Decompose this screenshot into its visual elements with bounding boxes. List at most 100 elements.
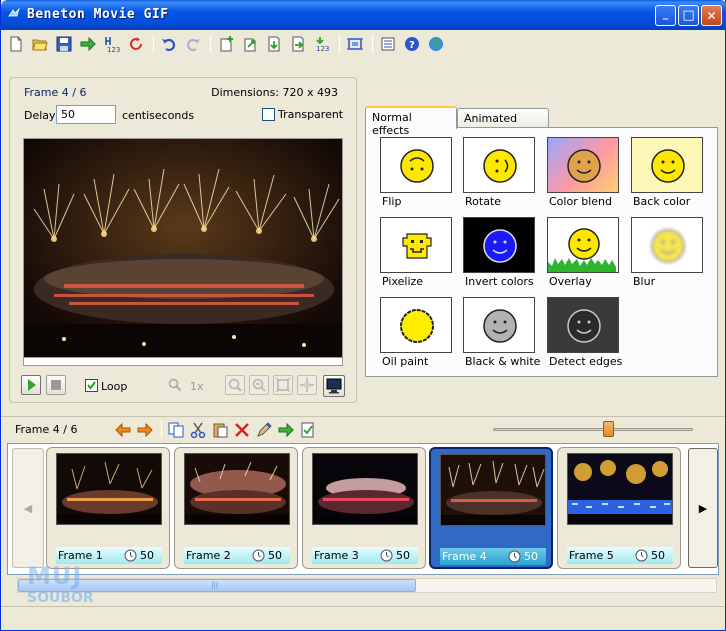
status-bar	[1, 606, 725, 630]
effect-blur[interactable]: Blur	[631, 217, 703, 293]
properties-button[interactable]	[377, 33, 399, 55]
scroll-left-button[interactable]: ◀	[12, 448, 44, 568]
maximize-icon: □	[682, 8, 695, 23]
stop-button[interactable]	[46, 375, 66, 395]
export-button[interactable]	[77, 33, 99, 55]
edit-button[interactable]	[254, 420, 274, 440]
open-folder-icon	[32, 39, 48, 51]
title-bar[interactable]: Beneton Movie GIF _ □ ✕	[1, 0, 726, 30]
renumber-button[interactable]: 123	[101, 33, 123, 55]
effect-rotate[interactable]: Rotate	[463, 137, 535, 213]
preview-panel: Frame 4 / 6 Dimensions: 720 x 493 Delay …	[9, 77, 357, 403]
play-button[interactable]	[21, 375, 41, 395]
frames-scrollbar-thumb[interactable]: |||	[18, 579, 416, 592]
new-file-icon	[10, 36, 22, 52]
effect-detect-edges[interactable]: Detect edges	[547, 297, 622, 373]
numbered-frames-button[interactable]: 123	[311, 33, 333, 55]
loop-checkbox[interactable]	[85, 379, 98, 392]
crop-icon	[347, 38, 363, 50]
insert-frame-icon	[268, 36, 280, 52]
clock-icon	[380, 549, 393, 562]
effects-panel: Flip Rotate Color blend Back color Pixel…	[365, 127, 718, 377]
actual-size-button[interactable]	[323, 375, 345, 397]
frame-properties-button[interactable]	[298, 420, 318, 440]
delay-input[interactable]	[56, 105, 116, 124]
frame-thumbnail-1[interactable]: Frame 1 50	[46, 447, 170, 569]
checklist-icon	[301, 422, 314, 438]
refresh-button[interactable]	[125, 33, 147, 55]
frame-thumbnail-4[interactable]: Frame 4 50	[429, 447, 553, 569]
paste-button[interactable]	[210, 420, 230, 440]
delete-button[interactable]	[232, 420, 252, 440]
frame-thumbnail-2[interactable]: Frame 2 50	[174, 447, 298, 569]
previous-frame-button[interactable]	[113, 420, 133, 440]
add-frame-button[interactable]	[215, 33, 237, 55]
zoom-out-button[interactable]	[249, 375, 269, 395]
frame-thumbnail-5[interactable]: Frame 5 50	[557, 447, 681, 569]
frame-thumbnail-3[interactable]: Frame 3 50	[302, 447, 426, 569]
minimize-button[interactable]: _	[655, 5, 676, 26]
arrow-left-icon: ◀	[23, 501, 33, 515]
minimize-icon: _	[662, 7, 669, 20]
svg-text:?: ?	[409, 40, 415, 51]
export-frame-button[interactable]	[276, 420, 296, 440]
tab-animated-effects[interactable]: Animated effects	[457, 108, 549, 138]
zoom-in-icon	[228, 378, 242, 392]
next-frame-button[interactable]	[135, 420, 155, 440]
scroll-right-button[interactable]: ▶	[688, 448, 718, 568]
insert-frame-button[interactable]	[263, 33, 285, 55]
copy-button[interactable]	[166, 420, 186, 440]
frame-preview-image	[23, 138, 343, 358]
open-button[interactable]	[29, 33, 51, 55]
redo-button[interactable]	[182, 33, 204, 55]
transparent-checkbox[interactable]	[262, 108, 275, 121]
app-icon	[8, 7, 20, 17]
effect-oil-paint[interactable]: Oil paint	[380, 297, 452, 373]
frames-scrollbar[interactable]: |||	[17, 578, 717, 593]
clock-icon	[252, 549, 265, 562]
effect-color-blend[interactable]: Color blend	[547, 137, 619, 213]
effect-black-white[interactable]: Black & white	[463, 297, 540, 373]
crop-button[interactable]	[344, 33, 366, 55]
save-button[interactable]	[53, 33, 75, 55]
effect-flip[interactable]: Flip	[380, 137, 452, 213]
maximize-button[interactable]: □	[678, 5, 699, 26]
properties-icon	[381, 37, 395, 51]
scissors-icon	[190, 422, 206, 438]
export-icon	[278, 422, 294, 438]
close-icon: ✕	[706, 8, 717, 23]
import-frame-button[interactable]	[239, 33, 261, 55]
smiley-icon	[548, 228, 616, 272]
effect-label: Overlay	[549, 275, 592, 288]
effect-overlay[interactable]: Overlay	[547, 217, 619, 293]
frame-delay: 50	[651, 549, 665, 562]
tab-normal-effects[interactable]: Normal effects	[365, 106, 457, 137]
frame-image	[185, 454, 289, 524]
cut-button[interactable]	[188, 420, 208, 440]
effect-pixelize[interactable]: Pixelize	[380, 217, 452, 293]
window-title: Beneton Movie GIF	[27, 7, 169, 22]
thumbnail-size-slider-thumb[interactable]	[603, 421, 614, 437]
website-button[interactable]	[425, 33, 447, 55]
toolbar-separator	[372, 35, 373, 53]
zoom-fit-button[interactable]	[273, 375, 293, 395]
move-button[interactable]	[297, 375, 317, 395]
undo-icon	[162, 38, 176, 52]
thumbnail-size-slider-track[interactable]	[493, 428, 693, 431]
zoom-in-button[interactable]	[225, 375, 245, 395]
export-icon	[80, 36, 96, 52]
transparent-label: Transparent	[278, 108, 344, 121]
loop-label: Loop	[101, 380, 128, 393]
frame-name: Frame 1	[58, 549, 103, 562]
paste-icon	[213, 423, 228, 438]
new-button[interactable]	[5, 33, 27, 55]
close-button[interactable]: ✕	[701, 5, 722, 26]
effect-invert-colors[interactable]: Invert colors	[463, 217, 535, 293]
help-button[interactable]: ?	[401, 33, 423, 55]
refresh-icon	[130, 37, 142, 50]
undo-button[interactable]	[158, 33, 180, 55]
effect-back-color[interactable]: Back color	[631, 137, 703, 213]
renumber-icon: 123	[105, 37, 120, 52]
append-frame-button[interactable]	[287, 33, 309, 55]
frame-actions	[113, 420, 320, 440]
